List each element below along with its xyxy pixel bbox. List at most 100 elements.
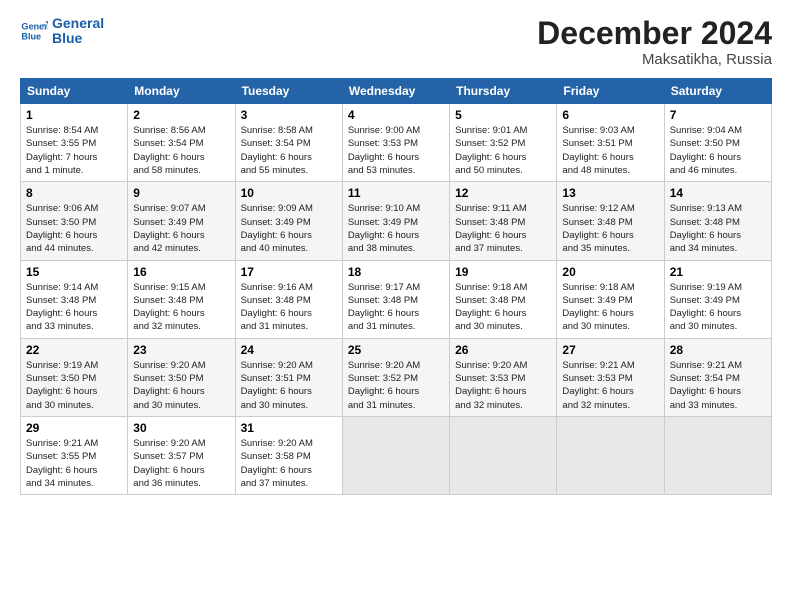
day-detail: Sunrise: 9:14 AMSunset: 3:48 PMDaylight:… bbox=[26, 281, 122, 334]
calendar-cell: 27 Sunrise: 9:21 AMSunset: 3:53 PMDaylig… bbox=[557, 338, 664, 416]
day-number: 9 bbox=[133, 186, 229, 200]
day-number: 20 bbox=[562, 265, 658, 279]
day-detail: Sunrise: 9:20 AMSunset: 3:50 PMDaylight:… bbox=[133, 359, 229, 412]
day-number: 1 bbox=[26, 108, 122, 122]
header-saturday: Saturday bbox=[664, 79, 771, 104]
calendar-cell: 26 Sunrise: 9:20 AMSunset: 3:53 PMDaylig… bbox=[450, 338, 557, 416]
day-detail: Sunrise: 9:15 AMSunset: 3:48 PMDaylight:… bbox=[133, 281, 229, 334]
calendar-cell: 10 Sunrise: 9:09 AMSunset: 3:49 PMDaylig… bbox=[235, 182, 342, 260]
calendar-cell: 3 Sunrise: 8:58 AMSunset: 3:54 PMDayligh… bbox=[235, 104, 342, 182]
logo-text: GeneralBlue bbox=[52, 16, 104, 47]
day-detail: Sunrise: 9:01 AMSunset: 3:52 PMDaylight:… bbox=[455, 124, 551, 177]
svg-text:Blue: Blue bbox=[21, 32, 41, 42]
calendar-cell: 15 Sunrise: 9:14 AMSunset: 3:48 PMDaylig… bbox=[21, 260, 128, 338]
day-detail: Sunrise: 9:09 AMSunset: 3:49 PMDaylight:… bbox=[241, 202, 337, 255]
calendar-cell: 18 Sunrise: 9:17 AMSunset: 3:48 PMDaylig… bbox=[342, 260, 449, 338]
day-number: 31 bbox=[241, 421, 337, 435]
calendar-cell: 29 Sunrise: 9:21 AMSunset: 3:55 PMDaylig… bbox=[21, 416, 128, 494]
calendar-cell bbox=[664, 416, 771, 494]
location-subtitle: Maksatikha, Russia bbox=[537, 51, 772, 68]
day-number: 23 bbox=[133, 343, 229, 357]
weekday-header-row: Sunday Monday Tuesday Wednesday Thursday… bbox=[21, 79, 772, 104]
day-detail: Sunrise: 8:58 AMSunset: 3:54 PMDaylight:… bbox=[241, 124, 337, 177]
day-number: 25 bbox=[348, 343, 444, 357]
calendar-cell: 19 Sunrise: 9:18 AMSunset: 3:48 PMDaylig… bbox=[450, 260, 557, 338]
calendar-cell bbox=[450, 416, 557, 494]
day-number: 27 bbox=[562, 343, 658, 357]
day-number: 21 bbox=[670, 265, 766, 279]
day-number: 13 bbox=[562, 186, 658, 200]
header-sunday: Sunday bbox=[21, 79, 128, 104]
calendar-body: 1 Sunrise: 8:54 AMSunset: 3:55 PMDayligh… bbox=[21, 104, 772, 495]
day-detail: Sunrise: 9:19 AMSunset: 3:49 PMDaylight:… bbox=[670, 281, 766, 334]
day-detail: Sunrise: 9:20 AMSunset: 3:52 PMDaylight:… bbox=[348, 359, 444, 412]
day-detail: Sunrise: 9:20 AMSunset: 3:57 PMDaylight:… bbox=[133, 437, 229, 490]
title-block: December 2024 Maksatikha, Russia bbox=[537, 16, 772, 68]
day-number: 17 bbox=[241, 265, 337, 279]
calendar-cell: 1 Sunrise: 8:54 AMSunset: 3:55 PMDayligh… bbox=[21, 104, 128, 182]
calendar-cell: 28 Sunrise: 9:21 AMSunset: 3:54 PMDaylig… bbox=[664, 338, 771, 416]
day-detail: Sunrise: 9:06 AMSunset: 3:50 PMDaylight:… bbox=[26, 202, 122, 255]
calendar-cell: 21 Sunrise: 9:19 AMSunset: 3:49 PMDaylig… bbox=[664, 260, 771, 338]
day-number: 28 bbox=[670, 343, 766, 357]
day-number: 16 bbox=[133, 265, 229, 279]
day-number: 4 bbox=[348, 108, 444, 122]
day-number: 3 bbox=[241, 108, 337, 122]
calendar-week-2: 8 Sunrise: 9:06 AMSunset: 3:50 PMDayligh… bbox=[21, 182, 772, 260]
day-number: 30 bbox=[133, 421, 229, 435]
calendar-cell: 11 Sunrise: 9:10 AMSunset: 3:49 PMDaylig… bbox=[342, 182, 449, 260]
calendar-table: Sunday Monday Tuesday Wednesday Thursday… bbox=[20, 78, 772, 495]
day-detail: Sunrise: 9:07 AMSunset: 3:49 PMDaylight:… bbox=[133, 202, 229, 255]
calendar-cell: 23 Sunrise: 9:20 AMSunset: 3:50 PMDaylig… bbox=[128, 338, 235, 416]
calendar-cell: 20 Sunrise: 9:18 AMSunset: 3:49 PMDaylig… bbox=[557, 260, 664, 338]
day-detail: Sunrise: 9:19 AMSunset: 3:50 PMDaylight:… bbox=[26, 359, 122, 412]
day-detail: Sunrise: 9:04 AMSunset: 3:50 PMDaylight:… bbox=[670, 124, 766, 177]
day-number: 26 bbox=[455, 343, 551, 357]
day-number: 11 bbox=[348, 186, 444, 200]
day-detail: Sunrise: 9:21 AMSunset: 3:53 PMDaylight:… bbox=[562, 359, 658, 412]
day-number: 5 bbox=[455, 108, 551, 122]
header-tuesday: Tuesday bbox=[235, 79, 342, 104]
header: General Blue GeneralBlue December 2024 M… bbox=[20, 16, 772, 68]
day-detail: Sunrise: 9:20 AMSunset: 3:51 PMDaylight:… bbox=[241, 359, 337, 412]
day-number: 10 bbox=[241, 186, 337, 200]
header-thursday: Thursday bbox=[450, 79, 557, 104]
calendar-cell: 6 Sunrise: 9:03 AMSunset: 3:51 PMDayligh… bbox=[557, 104, 664, 182]
calendar-cell: 7 Sunrise: 9:04 AMSunset: 3:50 PMDayligh… bbox=[664, 104, 771, 182]
calendar-cell: 16 Sunrise: 9:15 AMSunset: 3:48 PMDaylig… bbox=[128, 260, 235, 338]
month-title: December 2024 bbox=[537, 16, 772, 51]
day-number: 15 bbox=[26, 265, 122, 279]
calendar-cell: 22 Sunrise: 9:19 AMSunset: 3:50 PMDaylig… bbox=[21, 338, 128, 416]
day-detail: Sunrise: 9:13 AMSunset: 3:48 PMDaylight:… bbox=[670, 202, 766, 255]
day-detail: Sunrise: 9:12 AMSunset: 3:48 PMDaylight:… bbox=[562, 202, 658, 255]
day-number: 18 bbox=[348, 265, 444, 279]
calendar-cell: 13 Sunrise: 9:12 AMSunset: 3:48 PMDaylig… bbox=[557, 182, 664, 260]
day-detail: Sunrise: 8:56 AMSunset: 3:54 PMDaylight:… bbox=[133, 124, 229, 177]
calendar-cell: 12 Sunrise: 9:11 AMSunset: 3:48 PMDaylig… bbox=[450, 182, 557, 260]
calendar-cell: 25 Sunrise: 9:20 AMSunset: 3:52 PMDaylig… bbox=[342, 338, 449, 416]
calendar-week-1: 1 Sunrise: 8:54 AMSunset: 3:55 PMDayligh… bbox=[21, 104, 772, 182]
day-number: 8 bbox=[26, 186, 122, 200]
day-number: 7 bbox=[670, 108, 766, 122]
logo-icon: General Blue bbox=[20, 17, 48, 45]
day-detail: Sunrise: 9:16 AMSunset: 3:48 PMDaylight:… bbox=[241, 281, 337, 334]
page: General Blue GeneralBlue December 2024 M… bbox=[0, 0, 792, 505]
day-detail: Sunrise: 9:21 AMSunset: 3:55 PMDaylight:… bbox=[26, 437, 122, 490]
logo: General Blue GeneralBlue bbox=[20, 16, 104, 47]
calendar-cell: 24 Sunrise: 9:20 AMSunset: 3:51 PMDaylig… bbox=[235, 338, 342, 416]
day-detail: Sunrise: 9:20 AMSunset: 3:53 PMDaylight:… bbox=[455, 359, 551, 412]
day-number: 12 bbox=[455, 186, 551, 200]
day-number: 22 bbox=[26, 343, 122, 357]
calendar-cell: 14 Sunrise: 9:13 AMSunset: 3:48 PMDaylig… bbox=[664, 182, 771, 260]
day-detail: Sunrise: 9:11 AMSunset: 3:48 PMDaylight:… bbox=[455, 202, 551, 255]
calendar-cell: 5 Sunrise: 9:01 AMSunset: 3:52 PMDayligh… bbox=[450, 104, 557, 182]
day-number: 14 bbox=[670, 186, 766, 200]
calendar-week-5: 29 Sunrise: 9:21 AMSunset: 3:55 PMDaylig… bbox=[21, 416, 772, 494]
header-friday: Friday bbox=[557, 79, 664, 104]
calendar-cell: 4 Sunrise: 9:00 AMSunset: 3:53 PMDayligh… bbox=[342, 104, 449, 182]
day-detail: Sunrise: 9:18 AMSunset: 3:48 PMDaylight:… bbox=[455, 281, 551, 334]
calendar-cell: 9 Sunrise: 9:07 AMSunset: 3:49 PMDayligh… bbox=[128, 182, 235, 260]
day-number: 24 bbox=[241, 343, 337, 357]
day-number: 29 bbox=[26, 421, 122, 435]
day-detail: Sunrise: 9:20 AMSunset: 3:58 PMDaylight:… bbox=[241, 437, 337, 490]
